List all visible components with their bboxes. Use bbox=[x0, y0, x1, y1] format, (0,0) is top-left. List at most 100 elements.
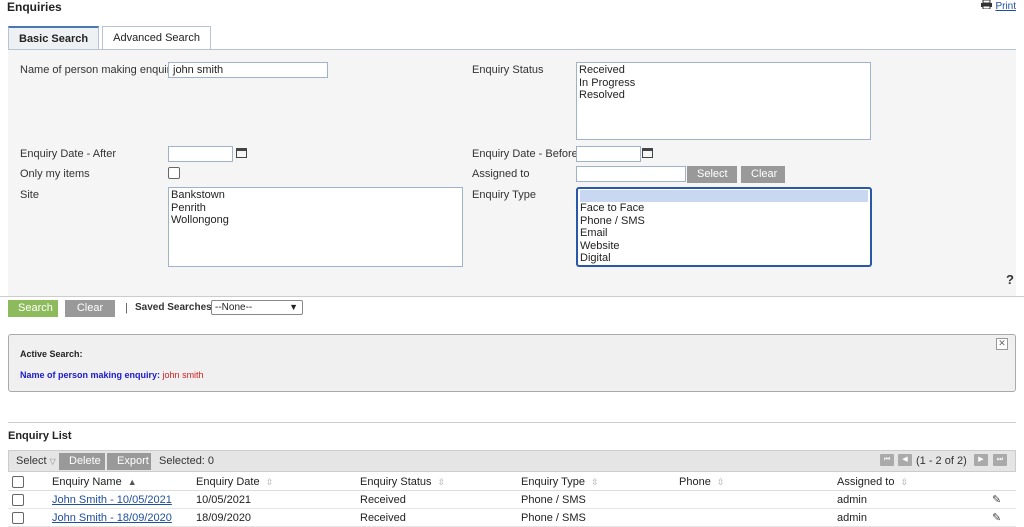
assigned-cell: admin bbox=[833, 490, 988, 509]
enquiry-status-cell: Received bbox=[356, 508, 517, 527]
edit-icon[interactable]: ✎ bbox=[988, 508, 1016, 527]
select-all-cell bbox=[8, 473, 48, 491]
pagination-text: (1 - 2 of 2) bbox=[916, 455, 967, 467]
select-menu[interactable]: Select ▽ bbox=[16, 455, 56, 467]
sort-icon: ⇳ bbox=[591, 476, 599, 487]
assigned-cell: admin bbox=[833, 508, 988, 527]
sort-icon: ⇳ bbox=[437, 476, 446, 487]
separator bbox=[0, 296, 1024, 297]
row-select-cell bbox=[8, 490, 48, 509]
criteria-value: john smith bbox=[162, 370, 204, 380]
enquiry-type-cell: Phone / SMS bbox=[517, 490, 675, 509]
col-assigned-to[interactable]: Assigned to ⇳ bbox=[833, 473, 988, 491]
active-search-criteria: Name of person making enquiry: john smit… bbox=[20, 370, 204, 380]
saved-searches-label: Saved Searches bbox=[135, 302, 212, 313]
tab-advanced-search[interactable]: Advanced Search bbox=[102, 26, 211, 49]
sort-asc-icon: ▲ bbox=[127, 476, 137, 487]
type-option[interactable]: Digital bbox=[580, 252, 868, 265]
name-label: Name of person making enquiry bbox=[20, 64, 176, 76]
type-option[interactable]: Email bbox=[580, 227, 868, 240]
type-listbox[interactable]: Face to Face Phone / SMS Email Website D… bbox=[576, 187, 872, 267]
phone-cell bbox=[675, 490, 833, 509]
tab-basic-search[interactable]: Basic Search bbox=[8, 26, 100, 50]
phone-cell bbox=[675, 508, 833, 527]
col-phone[interactable]: Phone ⇳ bbox=[675, 473, 833, 491]
site-option[interactable]: Bankstown bbox=[171, 189, 460, 202]
export-button[interactable]: Export bbox=[107, 453, 151, 470]
col-enquiry-type[interactable]: Enquiry Type ⇳ bbox=[517, 473, 675, 491]
name-input[interactable]: john smith bbox=[168, 62, 328, 78]
col-actions bbox=[988, 473, 1016, 491]
select-label: Select bbox=[16, 455, 47, 467]
type-option[interactable]: Phone / SMS bbox=[580, 215, 868, 228]
enquiry-status-cell: Received bbox=[356, 490, 517, 509]
clear-button[interactable]: Clear bbox=[65, 300, 115, 317]
type-option-blank[interactable] bbox=[580, 190, 868, 202]
enquiry-name-link[interactable]: John Smith - 18/09/2020 bbox=[52, 512, 172, 524]
print-link[interactable]: Print bbox=[981, 0, 1016, 12]
assigned-label: Assigned to bbox=[472, 168, 530, 180]
chevron-down-icon: ▼ bbox=[289, 302, 298, 312]
only-my-label: Only my items bbox=[20, 168, 90, 180]
date-after-label: Enquiry Date - After bbox=[20, 148, 116, 160]
only-my-checkbox[interactable] bbox=[168, 167, 180, 179]
site-option[interactable]: Wollongong bbox=[171, 214, 460, 227]
search-button[interactable]: Search bbox=[8, 300, 58, 317]
delete-button[interactable]: Delete bbox=[59, 453, 105, 470]
next-page-icon[interactable]: ▶ bbox=[974, 454, 988, 466]
close-icon[interactable]: ✕ bbox=[996, 338, 1008, 350]
select-assignee-button[interactable]: Select bbox=[687, 166, 737, 183]
row-checkbox[interactable] bbox=[12, 493, 24, 506]
page-title: Enquiries bbox=[7, 0, 62, 14]
calendar-icon[interactable] bbox=[642, 148, 653, 158]
criteria-label: Name of person making enquiry: bbox=[20, 370, 161, 380]
status-option[interactable]: Received bbox=[579, 64, 868, 77]
print-label: Print bbox=[995, 0, 1016, 12]
sort-icon: ⇳ bbox=[265, 476, 274, 487]
sort-icon: ⇳ bbox=[716, 476, 725, 487]
enquiry-table: Enquiry Name ▲ Enquiry Date ⇳ Enquiry Stat… bbox=[8, 473, 1016, 527]
site-option[interactable]: Penrith bbox=[171, 202, 460, 215]
sort-icon: ⇳ bbox=[900, 476, 909, 487]
chevron-down-icon: ▽ bbox=[49, 457, 56, 466]
printer-icon bbox=[981, 0, 993, 12]
saved-searches-select[interactable]: --None-- ▼ bbox=[211, 300, 303, 315]
list-separator bbox=[8, 422, 1016, 423]
date-before-label: Enquiry Date - Before bbox=[472, 148, 578, 160]
edit-icon[interactable]: ✎ bbox=[988, 490, 1016, 509]
status-label: Enquiry Status bbox=[472, 64, 544, 76]
date-after-input[interactable] bbox=[168, 146, 233, 162]
help-icon[interactable]: ? bbox=[1006, 272, 1014, 287]
col-enquiry-status[interactable]: Enquiry Status ⇳ bbox=[356, 473, 517, 491]
last-page-icon[interactable]: ⏭ bbox=[993, 454, 1007, 466]
assigned-input[interactable] bbox=[576, 166, 686, 182]
site-label: Site bbox=[20, 189, 39, 201]
active-search-panel bbox=[8, 334, 1016, 392]
enquiry-name-link[interactable]: John Smith - 10/05/2021 bbox=[52, 494, 172, 506]
row-select-cell bbox=[8, 508, 48, 527]
type-option[interactable]: Website bbox=[580, 240, 868, 253]
col-enquiry-name[interactable]: Enquiry Name ▲ bbox=[48, 473, 192, 491]
first-page-icon[interactable]: ⏮ bbox=[880, 454, 894, 466]
row-checkbox[interactable] bbox=[12, 511, 24, 524]
select-all-checkbox[interactable] bbox=[12, 475, 24, 488]
list-title: Enquiry List bbox=[8, 430, 72, 442]
enquiry-date-cell: 10/05/2021 bbox=[192, 490, 356, 509]
status-listbox[interactable]: Received In Progress Resolved bbox=[576, 62, 871, 140]
table-header: Enquiry Name ▲ Enquiry Date ⇳ Enquiry Stat… bbox=[8, 473, 1016, 491]
status-option[interactable]: In Progress bbox=[579, 77, 868, 90]
prev-page-icon[interactable]: ◀ bbox=[898, 454, 912, 466]
clear-assignee-button[interactable]: Clear bbox=[741, 166, 785, 183]
site-listbox[interactable]: Bankstown Penrith Wollongong bbox=[168, 187, 463, 267]
table-row[interactable]: John Smith - 10/05/2021 10/05/2021 Recei… bbox=[8, 490, 1016, 509]
type-option[interactable]: Face to Face bbox=[580, 202, 868, 215]
calendar-icon[interactable] bbox=[236, 148, 247, 158]
col-enquiry-date[interactable]: Enquiry Date ⇳ bbox=[192, 473, 356, 491]
type-label: Enquiry Type bbox=[472, 189, 537, 201]
status-option[interactable]: Resolved bbox=[579, 89, 868, 102]
date-before-input[interactable] bbox=[576, 146, 641, 162]
table-row[interactable]: John Smith - 18/09/2020 18/09/2020 Recei… bbox=[8, 508, 1016, 527]
selected-count: Selected: 0 bbox=[159, 455, 215, 467]
enquiry-type-cell: Phone / SMS bbox=[517, 508, 675, 527]
actions-divider: | bbox=[125, 302, 128, 314]
